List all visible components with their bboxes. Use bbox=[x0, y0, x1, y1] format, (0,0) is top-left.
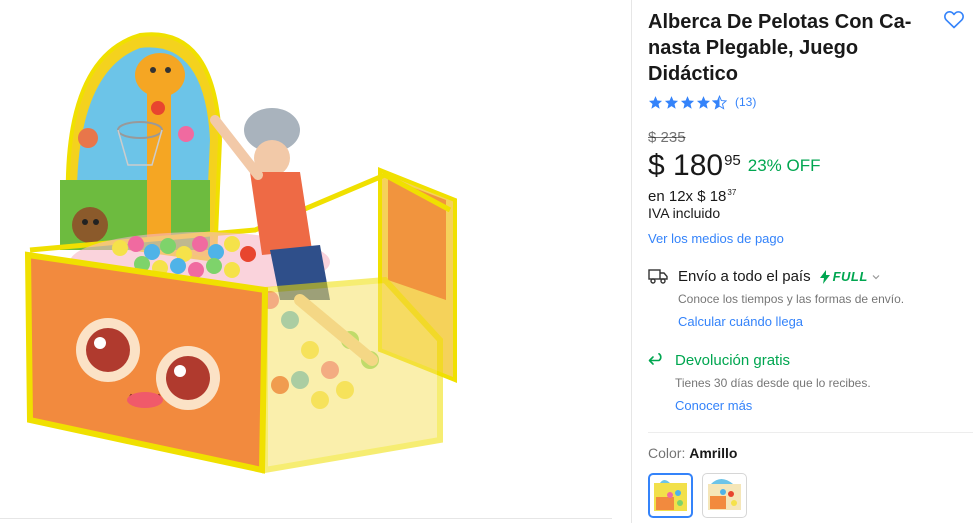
product-info-panel: Alberca De Pelotas Con Ca- nasta Plegabl… bbox=[648, 0, 973, 523]
heart-outline-icon[interactable] bbox=[942, 7, 966, 31]
installments-text: en 12x $ 18 bbox=[648, 188, 727, 205]
shipping-title: Envío a todo el país FULL bbox=[678, 268, 881, 285]
image-bottom-divider bbox=[0, 518, 612, 519]
reviews-count-link[interactable]: (13) bbox=[735, 95, 756, 109]
chevron-down-icon bbox=[872, 274, 880, 279]
star-icon bbox=[648, 95, 663, 109]
installments: en 12x $ 18 37 bbox=[648, 188, 736, 206]
section-divider bbox=[648, 432, 973, 433]
star-icon bbox=[680, 95, 695, 109]
current-price: $ 180 95 23% OFF bbox=[648, 148, 821, 184]
installments-cents: 37 bbox=[727, 188, 737, 197]
tax-note: IVA incluido bbox=[648, 205, 721, 221]
swatch-thumbnail bbox=[708, 479, 741, 510]
return-arrow-icon bbox=[648, 353, 662, 365]
lightning-bolt-icon bbox=[819, 269, 830, 284]
product-title: Alberca De Pelotas Con Ca- nasta Plegabl… bbox=[648, 11, 912, 85]
product-gallery[interactable] bbox=[0, 0, 632, 523]
color-label-prefix: Color: bbox=[648, 445, 690, 461]
star-icon bbox=[664, 95, 679, 109]
star-icon bbox=[696, 95, 711, 109]
payment-methods-link[interactable]: Ver los medios de pago bbox=[648, 231, 784, 246]
shipping-subtitle: Conoce los tiempos y las formas de envío… bbox=[678, 292, 905, 306]
vertical-divider bbox=[631, 0, 632, 523]
selected-color: Amrillo bbox=[689, 445, 738, 461]
price-cents: 95 bbox=[724, 152, 741, 169]
calculate-delivery-link[interactable]: Calcular cuándo llega bbox=[678, 314, 803, 329]
original-price: $ 235 bbox=[648, 129, 686, 146]
returns-title: Devolución gratis bbox=[675, 352, 791, 369]
star-half-icon bbox=[712, 94, 727, 110]
color-swatch-amarillo[interactable] bbox=[648, 473, 693, 518]
swatch-thumbnail bbox=[654, 480, 687, 511]
price-amount: $ 180 bbox=[648, 149, 724, 182]
shipping-title-text: Envío a todo el país bbox=[678, 268, 811, 285]
product-image[interactable] bbox=[0, 0, 632, 523]
returns-subtitle: Tienes 30 días desde que lo recibes. bbox=[675, 376, 871, 390]
color-selector-label: Color: Amrillo bbox=[648, 445, 737, 461]
full-badge[interactable]: FULL bbox=[819, 269, 881, 284]
rating-summary[interactable]: (13) bbox=[648, 94, 756, 110]
discount-badge: 23% OFF bbox=[747, 156, 821, 175]
color-swatch-variant-2[interactable] bbox=[702, 473, 747, 518]
returns-more-link[interactable]: Conocer más bbox=[675, 398, 752, 413]
full-badge-label: FULL bbox=[832, 269, 868, 284]
truck-icon bbox=[648, 269, 668, 284]
